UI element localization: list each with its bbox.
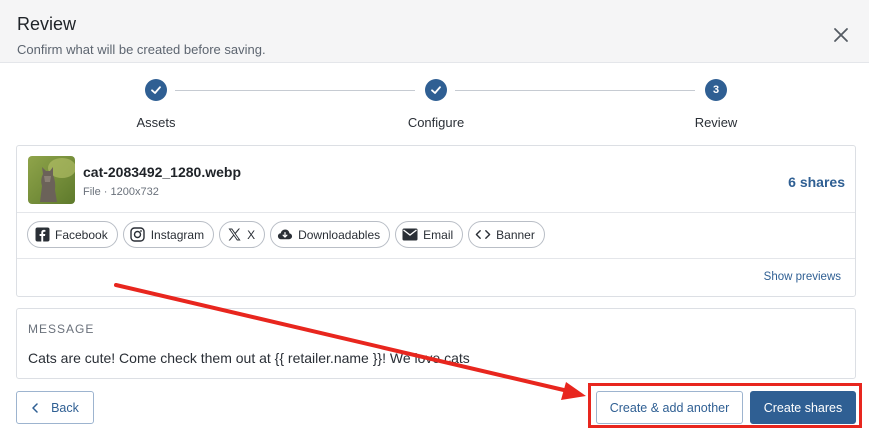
channel-chip-label: Banner <box>496 227 535 242</box>
create-shares-button[interactable]: Create shares <box>750 391 856 424</box>
envelope-icon <box>402 227 418 243</box>
channel-chip-instagram[interactable]: Instagram <box>122 221 215 248</box>
code-icon <box>475 227 491 243</box>
card-divider <box>17 258 855 259</box>
channel-chip-label: X <box>247 227 256 242</box>
dialog-header: Review Confirm what will be created befo… <box>0 0 869 63</box>
instagram-icon <box>130 227 146 243</box>
channel-chip-list: Facebook Instagram X Downloadables Email <box>27 221 545 248</box>
channel-chip-email[interactable]: Email <box>395 221 464 248</box>
shares-count-link[interactable]: 6 shares <box>788 174 845 190</box>
step-review-number: 3 <box>705 79 727 101</box>
channel-chip-facebook[interactable]: Facebook <box>27 221 118 248</box>
channel-chip-label: Email <box>423 227 454 242</box>
dialog-subtitle: Confirm what will be created before savi… <box>17 42 266 57</box>
dialog-title: Review <box>17 14 77 34</box>
facebook-icon <box>34 227 50 243</box>
step-configure-check-icon <box>425 79 447 101</box>
asset-card: cat-2083492_1280.webp File · 1200x732 6 … <box>16 145 856 297</box>
x-icon <box>226 227 242 243</box>
step-label-configure: Configure <box>407 115 465 130</box>
step-connector <box>175 90 415 91</box>
back-button-label: Back <box>51 400 79 415</box>
channel-chip-banner[interactable]: Banner <box>468 221 545 248</box>
channel-chip-x[interactable]: X <box>219 221 266 248</box>
message-panel: MESSAGE Cats are cute! Come check them o… <box>16 308 856 379</box>
close-icon[interactable] <box>830 24 852 46</box>
create-and-add-another-button[interactable]: Create & add another <box>596 391 743 424</box>
back-button[interactable]: Back <box>16 391 94 424</box>
message-label: MESSAGE <box>28 322 95 336</box>
step-label-review: Review <box>694 115 738 130</box>
cloud-download-icon <box>277 227 293 243</box>
step-assets-check-icon <box>145 79 167 101</box>
channel-chip-label: Instagram <box>150 227 205 242</box>
step-label-assets: Assets <box>136 115 176 130</box>
message-text: Cats are cute! Come check them out at {{… <box>28 350 470 366</box>
channel-chip-downloadables[interactable]: Downloadables <box>270 221 391 248</box>
asset-file-meta: File · 1200x732 <box>83 186 159 198</box>
channel-chip-label: Downloadables <box>298 227 381 242</box>
channel-chip-label: Facebook <box>55 227 108 242</box>
show-previews-link[interactable]: Show previews <box>764 271 841 283</box>
asset-file-name: cat-2083492_1280.webp <box>83 164 241 180</box>
card-divider <box>17 212 855 213</box>
progress-stepper: Assets Configure 3 Review <box>0 76 869 136</box>
asset-thumbnail <box>28 156 75 204</box>
chevron-left-icon <box>31 402 39 413</box>
step-connector <box>455 90 695 91</box>
